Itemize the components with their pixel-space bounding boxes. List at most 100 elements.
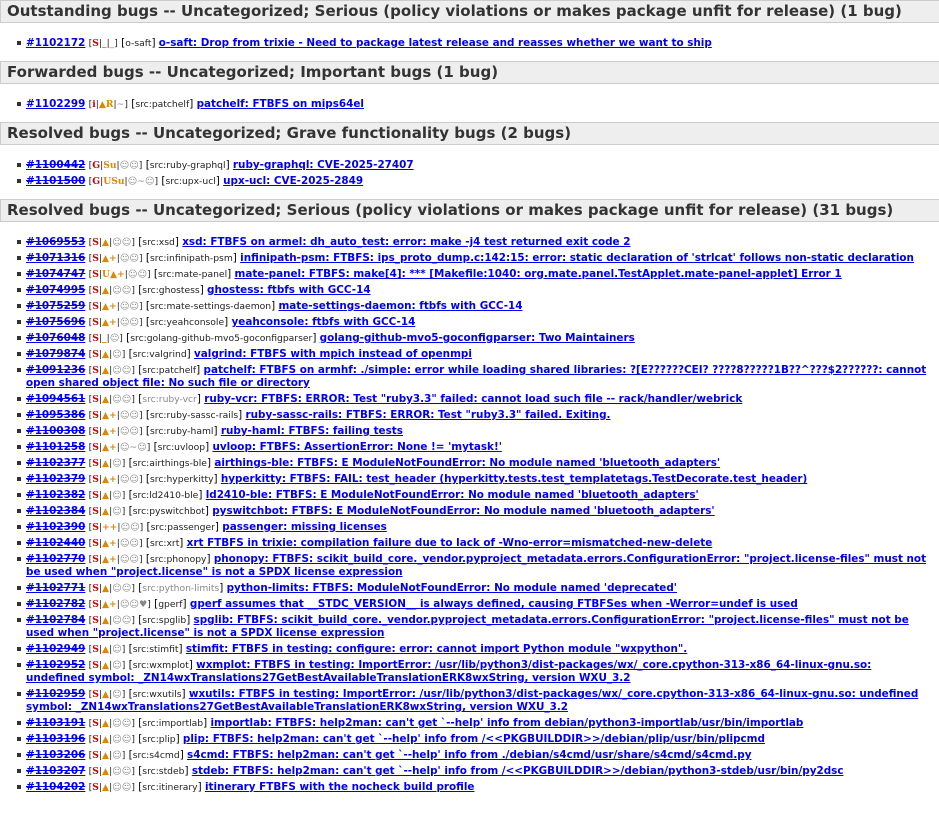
bug-title-link[interactable]: o-saft: Drop from trixie - Need to packa… — [159, 37, 712, 49]
package-name[interactable]: src:patchelf — [135, 99, 189, 110]
bug-number-link[interactable]: #1102377 — [26, 457, 85, 469]
bug-title-link[interactable]: ruby-graphql: CVE-2025-27407 — [233, 159, 414, 171]
bug-number-link[interactable]: #1103191 — [26, 717, 85, 729]
bug-number-link[interactable]: #1102299 — [26, 98, 85, 110]
bug-number-link[interactable]: #1069553 — [26, 236, 85, 248]
package-name[interactable]: src:golang-github-mvo5-goconfigparser — [130, 333, 312, 344]
bug-number-link[interactable]: #1102172 — [26, 37, 85, 49]
package-name[interactable]: src:ghostess — [142, 285, 199, 296]
package-name[interactable]: src:spglib — [142, 615, 186, 626]
bug-number-link[interactable]: #1101258 — [26, 441, 85, 453]
package-name[interactable]: src:stdeb — [142, 766, 184, 777]
bug-title-link[interactable]: stimfit: FTBFS in testing: configure: er… — [186, 643, 687, 655]
bug-number-link[interactable]: #1102784 — [26, 614, 85, 626]
package-name[interactable]: src:s4cmd — [133, 750, 180, 761]
bug-title-link[interactable]: yeahconsole: ftbfs with GCC-14 — [232, 316, 416, 328]
bug-number-link[interactable]: #1102959 — [26, 688, 85, 700]
bug-number-link[interactable]: #1104202 — [26, 781, 85, 793]
bug-number-link[interactable]: #1102384 — [26, 505, 85, 517]
package-name[interactable]: src:importlab — [142, 718, 203, 729]
bug-title-link[interactable]: stdeb: FTBFS: help2man: can't get `--hel… — [192, 765, 844, 777]
package-name[interactable]: src:upx-ucl — [165, 176, 215, 187]
bug-number-link[interactable]: #1102770 — [26, 553, 85, 565]
bug-number-link[interactable]: #1102771 — [26, 582, 85, 594]
bug-number-link[interactable]: #1075696 — [26, 316, 85, 328]
package-name[interactable]: src:pyswitchbot — [133, 506, 205, 517]
bug-title-link[interactable]: valgrind: FTBFS with mpich instead of op… — [194, 348, 472, 360]
package-name[interactable]: src:yeahconsole — [150, 317, 224, 328]
package-name[interactable]: src:xsd — [142, 237, 175, 248]
package-name[interactable]: src:stimfit — [133, 644, 179, 655]
package-name[interactable]: o-saft — [125, 38, 151, 49]
bug-title-link[interactable]: plip: FTBFS: help2man: can't get `--help… — [183, 733, 765, 745]
bug-title-link[interactable]: ruby-sassc-rails: FTBFS: ERROR: Test "ru… — [246, 409, 611, 421]
package-name[interactable]: gperf — [158, 599, 182, 610]
package-name[interactable]: src:airthings-ble — [133, 458, 207, 469]
bug-title-link[interactable]: ghostess: ftbfs with GCC-14 — [207, 284, 371, 296]
package-name[interactable]: src:xrt — [150, 538, 179, 549]
bug-number-link[interactable]: #1095386 — [26, 409, 85, 421]
bug-title-link[interactable]: xrt FTBFS in trixie: compilation failure… — [187, 537, 713, 549]
package-name[interactable]: src:patchelf — [142, 365, 196, 376]
bug-title-link[interactable]: airthings-ble: FTBFS: E ModuleNotFoundEr… — [214, 457, 720, 469]
bug-number-link[interactable]: #1102952 — [26, 659, 85, 671]
package-name[interactable]: src:phonopy — [150, 554, 207, 565]
bug-number-link[interactable]: #1103206 — [26, 749, 85, 761]
bug-title-link[interactable]: xsd: FTBFS on armel: dh_auto_test: error… — [182, 236, 630, 248]
bug-title-link[interactable]: python-limits: FTBFS: ModuleNotFoundErro… — [227, 582, 677, 594]
package-name[interactable]: src:python-limits — [142, 583, 219, 594]
bug-title-link[interactable]: passenger: missing licenses — [222, 521, 387, 533]
bug-number-link[interactable]: #1102440 — [26, 537, 85, 549]
package-name[interactable]: src:uvloop — [158, 442, 205, 453]
bug-title-link[interactable]: s4cmd: FTBFS: help2man: can't get `--hel… — [187, 749, 751, 761]
bug-number-link[interactable]: #1102949 — [26, 643, 85, 655]
package-name[interactable]: src:plip — [142, 734, 175, 745]
bug-number-link[interactable]: #1102379 — [26, 473, 85, 485]
bug-number-link[interactable]: #1075259 — [26, 300, 85, 312]
bug-number-link[interactable]: #1091236 — [26, 364, 85, 376]
package-name[interactable]: src:ruby-haml — [150, 426, 214, 437]
bug-number-link[interactable]: #1101500 — [26, 175, 85, 187]
package-name[interactable]: src:itinerary — [142, 782, 197, 793]
bug-number-link[interactable]: #1103207 — [26, 765, 85, 777]
bug-title-link[interactable]: hyperkitty: FTBFS: FAIL: test_header (hy… — [221, 473, 807, 485]
package-name[interactable]: src:ruby-sassc-rails — [150, 410, 238, 421]
package-name[interactable]: src:ruby-vcr — [142, 394, 197, 405]
bug-title-link[interactable]: ruby-vcr: FTBFS: ERROR: Test "ruby3.3" f… — [204, 393, 742, 405]
package-name[interactable]: src:wxutils — [133, 689, 182, 700]
bug-title-link[interactable]: golang-github-mvo5-goconfigparser: Two M… — [320, 332, 635, 344]
package-name[interactable]: src:valgrind — [133, 349, 187, 360]
bug-title-link[interactable]: uvloop: FTBFS: AssertionError: None != '… — [212, 441, 501, 453]
bug-title-link[interactable]: ld2410-ble: FTBFS: E ModuleNotFoundError… — [206, 489, 699, 501]
bug-title-link[interactable]: ruby-haml: FTBFS: failing tests — [221, 425, 403, 437]
package-name[interactable]: src:wxmplot — [133, 660, 189, 671]
package-name[interactable]: src:mate-panel — [158, 269, 227, 280]
package-name[interactable]: src:ruby-graphql — [150, 160, 226, 171]
bug-title-link[interactable]: itinerary FTBFS with the nocheck build p… — [205, 781, 475, 793]
bug-number-link[interactable]: #1100442 — [26, 159, 85, 171]
bug-number-link[interactable]: #1102382 — [26, 489, 85, 501]
bug-title-link[interactable]: infinipath-psm: FTBFS: ips_proto_dump.c:… — [240, 252, 914, 264]
bug-number-link[interactable]: #1102782 — [26, 598, 85, 610]
package-name[interactable]: src:hyperkitty — [150, 474, 214, 485]
bug-number-link[interactable]: #1074747 — [26, 268, 85, 280]
bug-title-link[interactable]: patchelf: FTBFS on mips64el — [197, 98, 364, 110]
bug-title-link[interactable]: mate-panel: FTBFS: make[4]: *** [Makefil… — [235, 268, 842, 280]
bug-title-link[interactable]: importlab: FTBFS: help2man: can't get `-… — [211, 717, 804, 729]
bug-number-link[interactable]: #1074995 — [26, 284, 85, 296]
bug-title-link[interactable]: pyswitchbot: FTBFS: E ModuleNotFoundErro… — [212, 505, 714, 517]
package-name[interactable]: src:passenger — [151, 522, 215, 533]
package-name[interactable]: src:infinipath-psm — [150, 253, 233, 264]
bug-number-link[interactable]: #1102390 — [26, 521, 85, 533]
bug-title-link[interactable]: upx-ucl: CVE-2025-2849 — [223, 175, 363, 187]
bug-number-link[interactable]: #1076048 — [26, 332, 85, 344]
bug-title-link[interactable]: gperf assumes that __STDC_VERSION__ is a… — [190, 598, 798, 610]
bug-title-link[interactable]: mate-settings-daemon: ftbfs with GCC-14 — [278, 300, 522, 312]
bug-number-link[interactable]: #1100308 — [26, 425, 85, 437]
bug-number-link[interactable]: #1071316 — [26, 252, 85, 264]
package-name[interactable]: src:mate-settings-daemon — [150, 301, 271, 312]
package-name[interactable]: src:ld2410-ble — [133, 490, 199, 501]
bug-number-link[interactable]: #1103196 — [26, 733, 85, 745]
bug-number-link[interactable]: #1094561 — [26, 393, 85, 405]
bug-number-link[interactable]: #1079874 — [26, 348, 85, 360]
